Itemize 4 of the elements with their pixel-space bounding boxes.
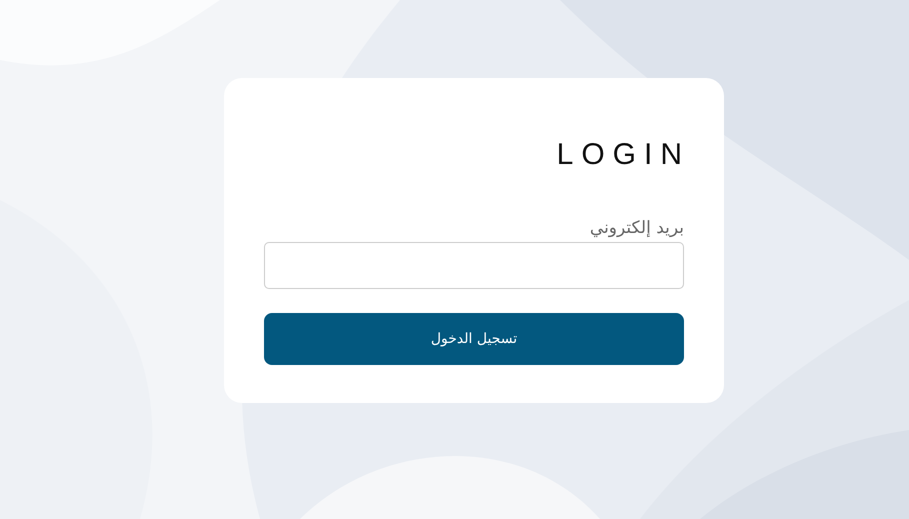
email-field[interactable] — [264, 242, 684, 289]
login-button[interactable]: تسجيل الدخول — [264, 313, 684, 365]
login-title: LOGIN — [556, 138, 690, 172]
email-label: بريد إلكتروني — [590, 218, 684, 238]
